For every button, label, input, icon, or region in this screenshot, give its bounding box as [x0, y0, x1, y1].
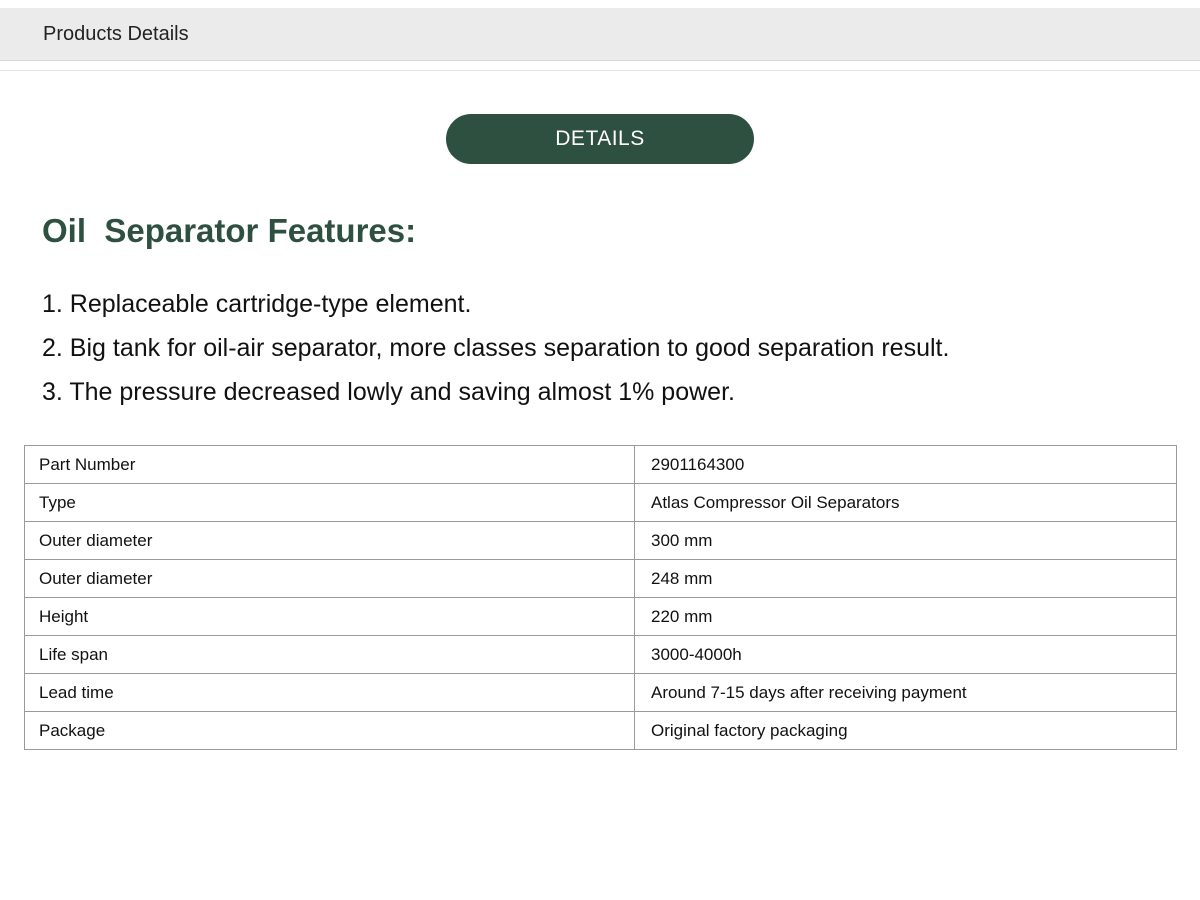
feature-item: 3. The pressure decreased lowly and savi…: [42, 378, 735, 406]
table-row: Outer diameter 300 mm: [24, 521, 1177, 560]
table-row: Outer diameter 248 mm: [24, 559, 1177, 598]
table-row: Type Atlas Compressor Oil Separators: [24, 483, 1177, 522]
features-heading: Oil Separator Features:: [42, 212, 417, 249]
spec-label: Outer diameter: [24, 559, 635, 598]
spec-value: 220 mm: [634, 597, 1177, 636]
table-row: Package Original factory packaging: [24, 711, 1177, 750]
spec-label: Part Number: [24, 445, 635, 484]
feature-item: 2. Big tank for oil-air separator, more …: [42, 334, 950, 362]
spec-value: Original factory packaging: [634, 711, 1177, 750]
table-row: Part Number 2901164300: [24, 445, 1177, 484]
spec-label: Package: [24, 711, 635, 750]
spec-label: Lead time: [24, 673, 635, 712]
spec-value: Around 7-15 days after receiving payment: [634, 673, 1177, 712]
details-button[interactable]: DETAILS: [446, 114, 754, 164]
table-row: Life span 3000-4000h: [24, 635, 1177, 674]
table-row: Lead time Around 7-15 days after receivi…: [24, 673, 1177, 712]
features-list: 1. Replaceable cartridge-type element. 2…: [42, 282, 949, 414]
table-row: Height 220 mm: [24, 597, 1177, 636]
spec-value: 300 mm: [634, 521, 1177, 560]
spec-label: Type: [24, 483, 635, 522]
header-title: Products Details: [43, 23, 189, 45]
spec-label: Height: [24, 597, 635, 636]
spec-value: 2901164300: [634, 445, 1177, 484]
specs-table: Part Number 2901164300 Type Atlas Compre…: [24, 445, 1177, 750]
products-details-header: Products Details: [0, 8, 1200, 61]
spec-value: 3000-4000h: [634, 635, 1177, 674]
spec-value: 248 mm: [634, 559, 1177, 598]
feature-item: 1. Replaceable cartridge-type element.: [42, 290, 472, 318]
spec-value: Atlas Compressor Oil Separators: [634, 483, 1177, 522]
spec-label: Life span: [24, 635, 635, 674]
spec-label: Outer diameter: [24, 521, 635, 560]
header-divider: [0, 70, 1200, 71]
